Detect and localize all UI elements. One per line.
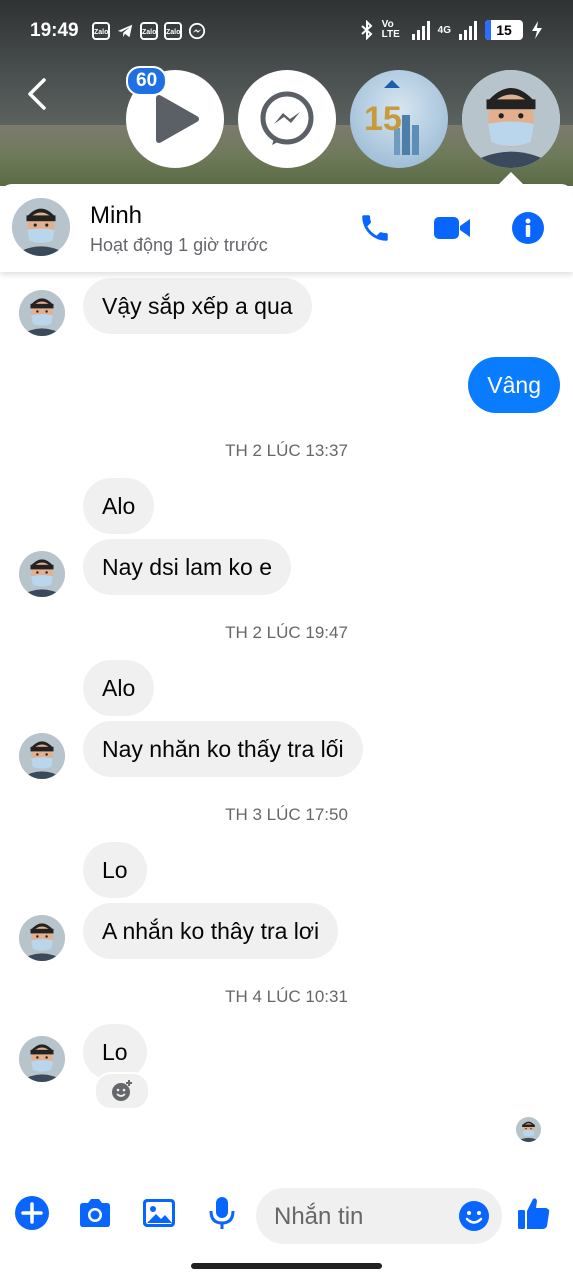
status-time: 19:49 — [30, 20, 79, 41]
chat-head-pointer — [498, 172, 524, 185]
notification-icons: Zalo Zalo Zalo — [92, 22, 206, 40]
add-reaction-icon — [112, 1080, 132, 1101]
zalo-icon: Zalo — [92, 22, 110, 40]
status-right: Vo LTE 4G 15 — [360, 20, 543, 40]
message-timestamp: TH 2 LÚC 13:37 — [225, 441, 348, 460]
chat-head-badge: 60 — [126, 66, 168, 96]
telegram-icon — [117, 24, 133, 38]
message-list: Vậy sắp xếp a qua Vâng TH 2 LÚC 13:37 Al… — [0, 272, 573, 1172]
incoming-message[interactable]: Lo — [83, 842, 147, 898]
avatar — [19, 915, 65, 961]
network-type: 4G — [437, 24, 451, 36]
contact-name[interactable]: Minh — [90, 202, 142, 230]
message-input[interactable]: Nhắn tin — [256, 1188, 502, 1244]
zalo-icon: Zalo — [164, 22, 182, 40]
avatar — [19, 1036, 65, 1082]
add-reaction-button[interactable] — [94, 1072, 150, 1110]
minh-chat-head-avatar[interactable] — [462, 70, 560, 168]
dat-xanh-group-icon[interactable]: 15 — [350, 70, 448, 168]
conversation-header: Minh Hoạt động 1 giờ trước — [0, 184, 573, 272]
incoming-message[interactable]: Nay dsi lam ko e — [83, 539, 292, 595]
volte-label: Vo LTE — [381, 19, 400, 40]
zalo-icon: Zalo — [140, 22, 158, 40]
message-composer: Nhắn tin — [0, 1180, 573, 1254]
battery-level: 15 — [496, 22, 512, 38]
incoming-message[interactable]: Nay nhăn ko thấy tra lối — [83, 721, 363, 777]
like-icon[interactable] — [514, 1193, 554, 1233]
avatar — [19, 733, 65, 779]
incoming-message[interactable]: Vậy sắp xếp a qua — [83, 278, 312, 334]
charging-icon — [532, 21, 542, 39]
status-bar: 19:49 Zalo Zalo Zalo Vo LTE 4G 15 — [0, 0, 573, 64]
svg-text:15: 15 — [364, 100, 402, 138]
plus-icon[interactable] — [12, 1193, 52, 1233]
message-timestamp: TH 4 LÚC 10:31 — [225, 987, 348, 1006]
gallery-icon[interactable] — [139, 1193, 179, 1233]
signal-icon — [411, 20, 430, 40]
video-call-icon[interactable] — [432, 208, 472, 248]
emoji-icon[interactable] — [458, 1200, 490, 1232]
message-timestamp: TH 2 LÚC 19:47 — [225, 623, 348, 642]
messenger-icon — [188, 22, 206, 40]
signal-icon — [459, 20, 477, 40]
bluetooth-icon — [360, 20, 373, 40]
incoming-message[interactable]: A nhắn ko thây tra lơi — [83, 903, 339, 959]
avatar[interactable] — [12, 198, 70, 256]
avatar — [19, 551, 65, 597]
battery-indicator: 15 — [485, 20, 523, 40]
info-icon[interactable] — [508, 208, 548, 248]
seen-avatar — [516, 1117, 541, 1142]
outgoing-message[interactable]: Vâng — [468, 357, 560, 413]
active-status: Hoạt động 1 giờ trước — [90, 235, 268, 255]
camera-icon[interactable] — [75, 1193, 115, 1233]
message-timestamp: TH 3 LÚC 17:50 — [225, 805, 348, 824]
back-arrow-icon[interactable] — [22, 74, 56, 114]
home-indicator[interactable] — [191, 1263, 382, 1269]
message-input-placeholder: Nhắn tin — [274, 1203, 364, 1230]
messenger-icon[interactable] — [238, 70, 336, 168]
incoming-message[interactable]: Alo — [83, 660, 155, 716]
phone-icon[interactable] — [355, 208, 395, 248]
microphone-icon[interactable] — [202, 1193, 242, 1233]
avatar — [19, 290, 65, 336]
incoming-message[interactable]: Alo — [83, 478, 155, 534]
